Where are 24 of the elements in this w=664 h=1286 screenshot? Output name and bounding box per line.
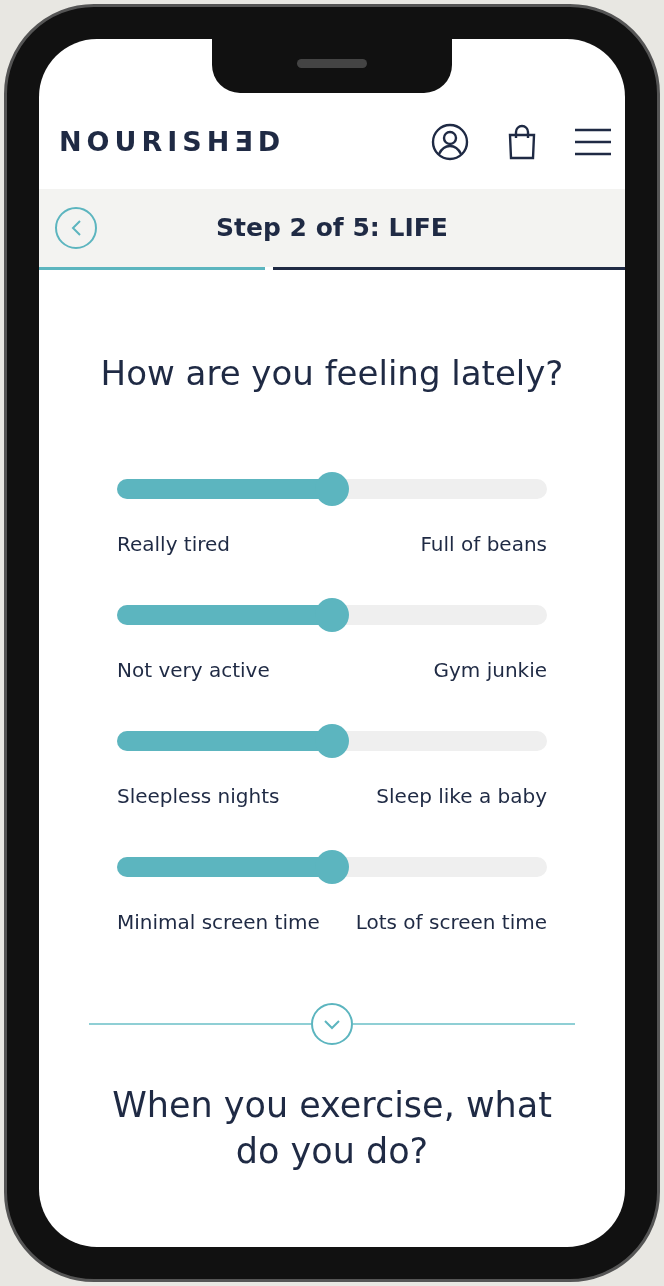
slider-thumb[interactable] (315, 472, 349, 506)
slider-max-label: Lots of screen time (355, 909, 547, 936)
step-title: Step 2 of 5: LIFE (216, 212, 448, 245)
slider-min-label: Sleepless nights (117, 783, 280, 810)
slider-min-label: Minimal screen time (117, 909, 320, 936)
user-icon[interactable] (431, 123, 469, 161)
slider-thumb[interactable] (315, 850, 349, 884)
slider-max-label: Gym junkie (433, 657, 547, 684)
slider-max-label: Sleep like a baby (376, 783, 547, 810)
slider-max-label: Full of beans (420, 531, 547, 558)
question-heading: How are you feeling lately? (99, 352, 565, 395)
slider-thumb[interactable] (315, 724, 349, 758)
slider-thumb[interactable] (315, 598, 349, 632)
brand-logo[interactable]: NOURISHƎD (59, 121, 286, 163)
chevron-down-icon (323, 1018, 341, 1030)
slider-min-label: Really tired (117, 531, 231, 558)
scroll-down-button[interactable] (311, 1003, 353, 1045)
chevron-left-icon (70, 219, 82, 237)
back-button[interactable] (55, 207, 97, 249)
question-heading: When you exercise, what do you do? (111, 1084, 553, 1173)
shopping-bag-icon[interactable] (507, 124, 537, 160)
speaker-grille (297, 59, 367, 68)
menu-icon[interactable] (575, 128, 611, 156)
slider-min-label: Not very active (117, 657, 270, 684)
